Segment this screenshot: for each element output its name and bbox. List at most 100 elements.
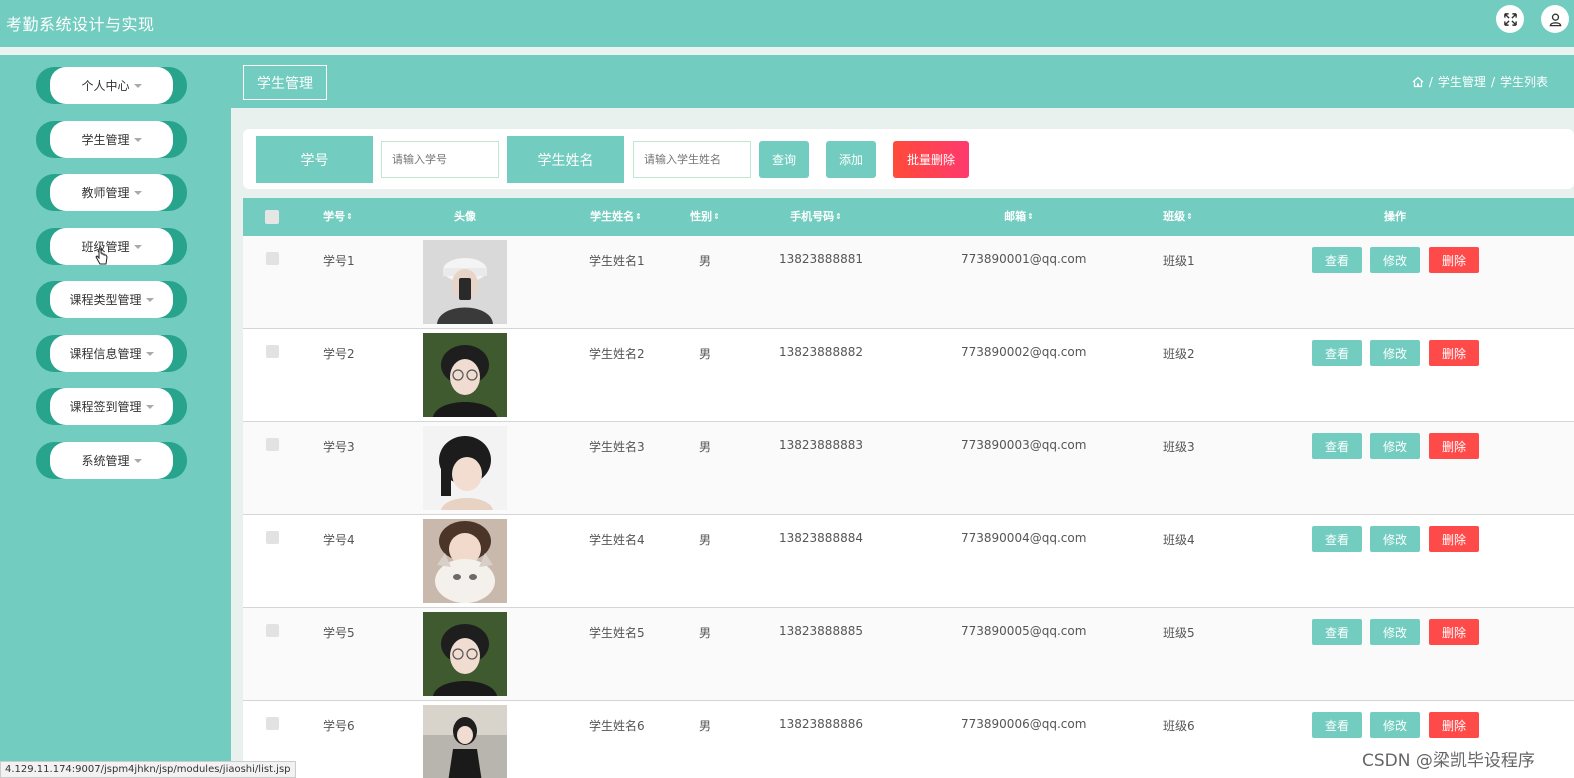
column-header-gender[interactable]: 性别⇕ (690, 198, 720, 236)
sidebar-item-course-type-management[interactable]: 课程类型管理 (36, 281, 187, 318)
user-icon[interactable] (1541, 5, 1569, 33)
sidebar-item-label: 教师管理 (81, 186, 130, 200)
breadcrumb: / 学生管理 / 学生列表 (1412, 73, 1548, 90)
row-checkbox[interactable] (266, 531, 279, 544)
home-icon[interactable] (1412, 76, 1424, 88)
cell-gender: 男 (698, 254, 712, 268)
sidebar-item-label: 课程信息管理 (69, 347, 142, 361)
breadcrumb-separator: / (1490, 74, 1495, 89)
batch-delete-button[interactable]: 批量删除 (893, 141, 969, 178)
student-table: 学号⇕ 头像 学生姓名⇕ 性别⇕ 手机号码⇕ 邮箱⇕ 班级⇕ 操作 学号1 学生… (243, 198, 1574, 778)
cell-class: 班级6 (1163, 719, 1195, 733)
cell-phone: 13823888886 (779, 717, 863, 731)
cell-email: 773890005@qq.com (961, 624, 1087, 638)
app-title: 考勤系统设计与实现 (6, 15, 155, 34)
row-checkbox[interactable] (266, 252, 279, 265)
view-button[interactable]: 查看 (1312, 433, 1362, 459)
view-button[interactable]: 查看 (1312, 526, 1362, 552)
cell-class: 班级5 (1163, 626, 1195, 640)
caret-down-icon (145, 297, 154, 302)
cell-class: 班级2 (1163, 347, 1195, 361)
breadcrumb-separator: / (1428, 74, 1433, 89)
sidebar-item-label: 个人中心 (81, 79, 130, 93)
caret-down-icon (133, 137, 142, 142)
edit-button[interactable]: 修改 (1370, 247, 1420, 273)
edit-button[interactable]: 修改 (1370, 526, 1420, 552)
column-header-id[interactable]: 学号⇕ (323, 198, 353, 236)
student-id-input[interactable] (381, 141, 499, 178)
sidebar-item-personal-center[interactable]: 个人中心 (36, 67, 187, 104)
view-button[interactable]: 查看 (1312, 619, 1362, 645)
table-row: 学号5 学生姓名5 男 13823888885 773890005@qq.com… (243, 608, 1574, 701)
column-header-class[interactable]: 班级⇕ (1163, 198, 1193, 236)
row-checkbox[interactable] (266, 624, 279, 637)
caret-down-icon (133, 83, 142, 88)
sidebar-item-student-management[interactable]: 学生管理 (36, 121, 187, 158)
delete-button[interactable]: 删除 (1429, 526, 1479, 552)
sidebar-item-course-info-management[interactable]: 课程信息管理 (36, 335, 187, 372)
tab-student-management[interactable]: 学生管理 (243, 65, 327, 100)
sidebar-item-course-checkin-management[interactable]: 课程签到管理 (36, 388, 187, 425)
delete-button[interactable]: 删除 (1429, 340, 1479, 366)
delete-button[interactable]: 删除 (1429, 247, 1479, 273)
delete-button[interactable]: 删除 (1429, 712, 1479, 738)
cell-student-id: 学号2 (323, 347, 355, 361)
cell-class: 班级1 (1163, 254, 1195, 268)
column-header-name[interactable]: 学生姓名⇕ (590, 198, 642, 236)
sort-icon: ⇕ (835, 212, 842, 221)
cell-student-id: 学号6 (323, 719, 355, 733)
sidebar: 个人中心 学生管理 教师管理 班级管理 课程类型管理 课程信息管理 课程签到管理… (0, 55, 231, 778)
watermark: CSDN @梁凯毕设程序 (1362, 751, 1535, 771)
cell-email: 773890001@qq.com (961, 252, 1087, 266)
sort-icon: ⇕ (1186, 212, 1193, 221)
caret-down-icon (133, 244, 142, 249)
cell-student-name: 学生姓名1 (589, 254, 645, 268)
cell-email: 773890002@qq.com (961, 345, 1087, 359)
student-name-input[interactable] (633, 141, 751, 178)
cell-student-id: 学号1 (323, 254, 355, 268)
sort-icon: ⇕ (346, 212, 353, 221)
sidebar-item-teacher-management[interactable]: 教师管理 (36, 174, 187, 211)
sidebar-item-label: 系统管理 (81, 454, 130, 468)
view-button[interactable]: 查看 (1312, 247, 1362, 273)
table-row: 学号1 学生姓名1 男 13823888881 773890001@qq.com… (243, 236, 1574, 329)
table-row: 学号3 学生姓名3 男 13823888883 773890003@qq.com… (243, 422, 1574, 515)
sidebar-item-label: 学生管理 (81, 133, 130, 147)
edit-button[interactable]: 修改 (1370, 712, 1420, 738)
delete-button[interactable]: 删除 (1429, 433, 1479, 459)
view-button[interactable]: 查看 (1312, 712, 1362, 738)
cell-phone: 13823888883 (779, 438, 863, 452)
cell-student-name: 学生姓名4 (589, 533, 645, 547)
cell-class: 班级3 (1163, 440, 1195, 454)
sidebar-item-label: 课程类型管理 (69, 293, 142, 307)
cell-gender: 男 (698, 347, 712, 361)
page-header: 学生管理 / 学生管理 / 学生列表 (231, 55, 1574, 108)
cell-student-id: 学号4 (323, 533, 355, 547)
cell-phone: 13823888884 (779, 531, 863, 545)
query-button[interactable]: 查询 (759, 141, 809, 178)
sidebar-item-system-management[interactable]: 系统管理 (36, 442, 187, 479)
edit-button[interactable]: 修改 (1370, 619, 1420, 645)
breadcrumb-student-management[interactable]: 学生管理 (1438, 73, 1486, 90)
cell-phone: 13823888885 (779, 624, 863, 638)
column-header-phone[interactable]: 手机号码⇕ (790, 198, 842, 236)
sort-icon: ⇕ (635, 212, 642, 221)
sidebar-item-class-management[interactable]: 班级管理 (36, 228, 187, 265)
delete-button[interactable]: 删除 (1429, 619, 1479, 645)
view-button[interactable]: 查看 (1312, 340, 1362, 366)
cell-email: 773890004@qq.com (961, 531, 1087, 545)
avatar (423, 612, 507, 696)
edit-button[interactable]: 修改 (1370, 340, 1420, 366)
expand-icon[interactable] (1496, 5, 1524, 33)
column-header-avatar: 头像 (454, 210, 476, 223)
row-checkbox[interactable] (266, 345, 279, 358)
cell-student-name: 学生姓名5 (589, 626, 645, 640)
avatar (423, 333, 507, 417)
select-all-checkbox[interactable] (265, 210, 279, 224)
avatar (423, 705, 507, 778)
row-checkbox[interactable] (266, 717, 279, 730)
row-checkbox[interactable] (266, 438, 279, 451)
add-button[interactable]: 添加 (826, 141, 876, 178)
column-header-email[interactable]: 邮箱⇕ (1004, 198, 1034, 236)
edit-button[interactable]: 修改 (1370, 433, 1420, 459)
